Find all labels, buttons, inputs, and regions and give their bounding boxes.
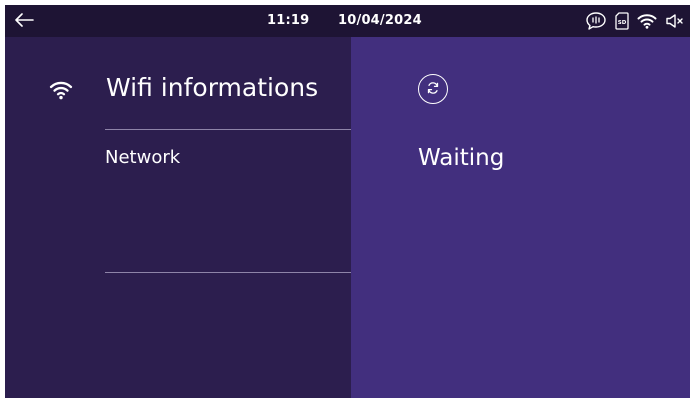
- speaker-muted-icon: [665, 13, 685, 29]
- network-detail-panel: Waiting: [351, 37, 690, 398]
- network-item[interactable]: Network: [105, 129, 351, 273]
- wifi-icon: [49, 78, 73, 102]
- network-label: Network: [105, 147, 181, 168]
- clock-time: 11:19: [267, 13, 310, 28]
- chat-bubble-icon: [585, 11, 607, 31]
- status-icons: SD: [585, 10, 685, 32]
- back-button[interactable]: [11, 9, 37, 33]
- refresh-button[interactable]: [418, 74, 448, 104]
- divider: [105, 272, 351, 273]
- sd-card-icon: SD: [615, 12, 629, 30]
- panel-title: Wifi informations: [106, 73, 319, 102]
- screen: 11:19 10/04/2024 SD Wifi informations Ne…: [5, 5, 690, 398]
- wifi-icon: [637, 13, 657, 29]
- sd-card-label: SD: [618, 20, 627, 26]
- connection-status: Waiting: [418, 145, 505, 171]
- status-bar: 11:19 10/04/2024 SD: [5, 5, 690, 37]
- back-arrow-icon: [14, 12, 34, 31]
- wifi-info-panel: Wifi informations Network: [5, 37, 351, 398]
- clock-date: 10/04/2024: [338, 13, 422, 28]
- refresh-icon: [426, 80, 440, 99]
